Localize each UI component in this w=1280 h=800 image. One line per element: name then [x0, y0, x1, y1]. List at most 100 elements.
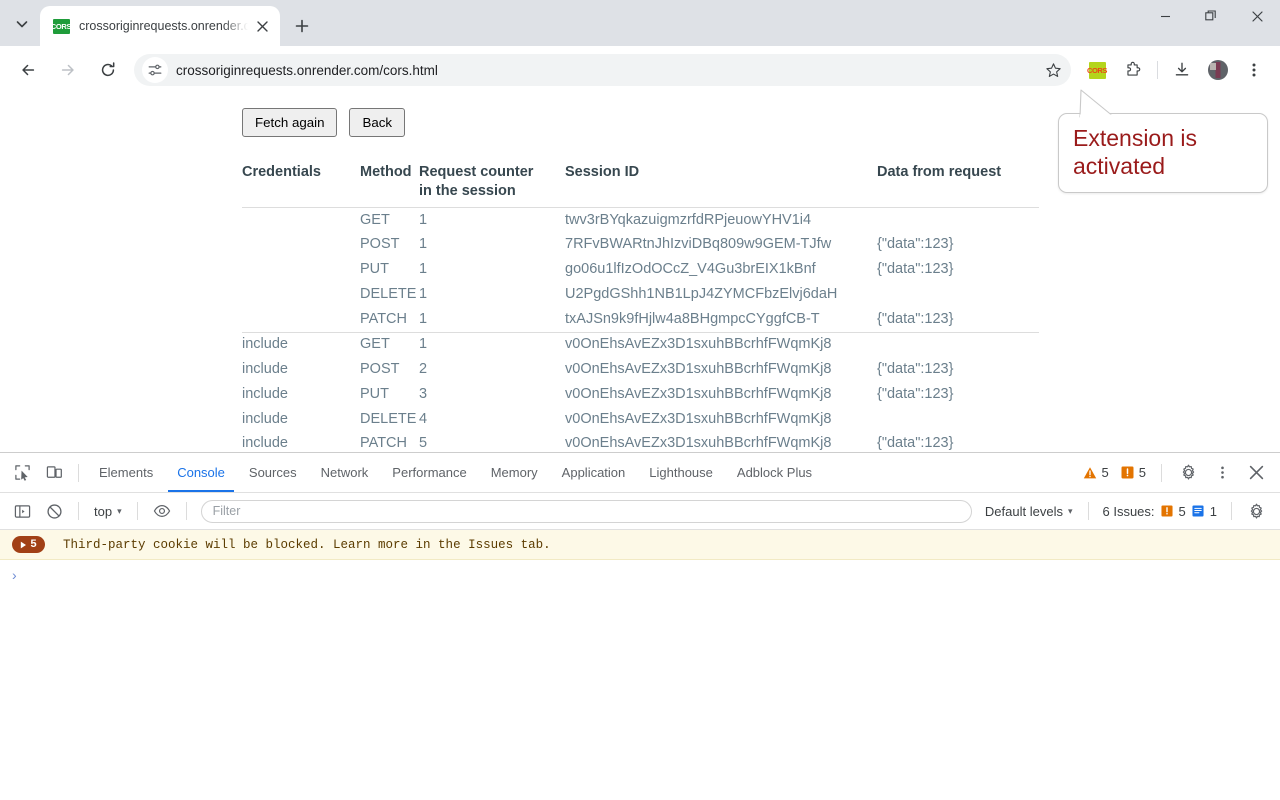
cell-method: PATCH	[360, 435, 407, 452]
new-tab-button[interactable]	[288, 12, 316, 40]
requests-table-group-1: Credentials Method Request counter in the…	[242, 163, 1037, 207]
eye-icon	[153, 504, 170, 518]
cell-session-id: twv3rBYqkazuigmzrfdRPjeuowYHV1i4	[565, 211, 812, 228]
cell-credentials: include	[242, 410, 288, 427]
table-row: include POST 2 v0OnEhsAvEZx3D1sxuhBBcrhfFWq…	[242, 358, 1037, 383]
tab-title: crossoriginrequests.onrender.c	[79, 19, 248, 33]
site-settings-button[interactable]	[142, 57, 168, 83]
cell-session-id: v0OnEhsAvEZx3D1sxuhBBcrhfFWqmKj8	[565, 336, 832, 353]
avatar-icon	[1208, 60, 1228, 80]
browser-window: CORS crossoriginrequests.onrender.c cros…	[0, 0, 1280, 800]
cell-method: GET	[360, 336, 390, 353]
address-bar[interactable]: crossoriginrequests.onrender.com/cors.ht…	[134, 54, 1071, 86]
devtools-tab-network[interactable]: Network	[312, 453, 378, 492]
forward-button[interactable]	[52, 54, 84, 86]
devtools-tab-performance[interactable]: Performance	[383, 453, 475, 492]
tab-search-button[interactable]	[8, 10, 36, 38]
browser-tab[interactable]: CORS crossoriginrequests.onrender.c	[40, 6, 280, 46]
issue-count-badge[interactable]: 5	[1116, 465, 1151, 480]
console-group-count: 5	[30, 538, 37, 551]
devtools-more-button[interactable]	[1208, 459, 1236, 487]
clear-console-button[interactable]	[40, 497, 68, 525]
forward-arrow-icon	[61, 64, 74, 76]
table-row: POST 1 7RFvBWARtnJhIzviDBq809w9GEM-TJfw {"d…	[242, 233, 1037, 258]
cors-green-logo-icon: CORS	[51, 18, 72, 34]
live-expression-button[interactable]	[148, 497, 176, 525]
table-head: Credentials Method Request counter in the…	[242, 163, 1037, 207]
cell-request-counter: 1	[419, 285, 428, 302]
console-sidebar-toggle-button[interactable]	[8, 497, 36, 525]
devtools-settings-button[interactable]	[1174, 459, 1202, 487]
warning-count-badge[interactable]: 5	[1078, 465, 1114, 480]
tab-close-button[interactable]	[252, 16, 272, 36]
devtools-tab-elements[interactable]: Elements	[90, 453, 162, 492]
cell-data-from-request: {"data":123}	[877, 236, 954, 253]
inspect-element-button[interactable]	[8, 459, 36, 487]
cell-session-id: 7RFvBWARtnJhIzviDBq809w9GEM-TJfw	[565, 236, 832, 253]
back-arrow-icon	[22, 64, 35, 76]
back-button[interactable]	[12, 54, 44, 86]
devtools-close-button[interactable]	[1242, 459, 1270, 487]
devtools-tab-memory[interactable]: Memory	[482, 453, 547, 492]
window-close-button[interactable]	[1234, 0, 1280, 32]
three-dots-vertical-icon	[1252, 63, 1256, 77]
download-icon	[1175, 62, 1189, 76]
toolbar-divider	[1157, 61, 1158, 79]
clear-console-icon	[46, 503, 62, 519]
console-settings-button[interactable]	[1242, 497, 1270, 525]
cell-data-from-request: {"data":123}	[877, 310, 954, 327]
extensions-button[interactable]	[1119, 56, 1147, 84]
console-prompt-input[interactable]	[26, 568, 1272, 584]
devtools-tab-console[interactable]: Console	[168, 453, 234, 492]
minimize-icon	[1160, 15, 1170, 17]
chrome-menu-button[interactable]	[1240, 56, 1268, 84]
console-toolbar-divider-1	[78, 502, 79, 520]
table-header-row: Credentials Method Request counter in the…	[242, 163, 1037, 207]
cell-session-id: txAJSn9k9fHjlw4a8BHgmpcCYggfCB-T	[565, 310, 820, 327]
execution-context-select[interactable]: top ▾	[87, 501, 129, 522]
reload-button[interactable]	[92, 54, 124, 86]
console-toolbar: top ▾ Default levels ▾ 6 Issues:	[0, 493, 1280, 530]
issue-flag-icon	[1160, 505, 1173, 517]
cell-data-from-request	[877, 333, 1037, 358]
back-button-page[interactable]: Back	[349, 108, 406, 137]
cell-credentials	[242, 208, 360, 233]
cell-session-id: v0OnEhsAvEZx3D1sxuhBBcrhfFWqmKj8	[565, 361, 832, 378]
table-row: include DELETE 4 v0OnEhsAvEZx3D1sxuhBBcrhfF…	[242, 407, 1037, 432]
window-minimize-button[interactable]	[1142, 0, 1188, 32]
cell-method: POST	[360, 361, 400, 378]
tab-strip: CORS crossoriginrequests.onrender.c	[0, 0, 1280, 46]
fetch-again-button[interactable]: Fetch again	[242, 108, 338, 137]
console-message-text: Third-party cookie will be blocked. Lear…	[63, 537, 551, 552]
console-filter-input[interactable]	[200, 499, 972, 523]
downloads-button[interactable]	[1168, 56, 1196, 84]
cell-session-id: v0OnEhsAvEZx3D1sxuhBBcrhfFWqmKj8	[565, 410, 832, 427]
console-warning-message: 5 Third-party cookie will be blocked. Lea…	[0, 530, 1280, 560]
cors-extension-button[interactable]: CORS	[1083, 56, 1111, 84]
device-toolbar-button[interactable]	[40, 459, 68, 487]
cell-method: PATCH	[360, 310, 407, 327]
console-group-expand-badge[interactable]: 5	[12, 536, 45, 553]
issues-summary[interactable]: 6 Issues: 5 1	[1097, 504, 1224, 519]
header-request-counter: Request counter in the session	[419, 163, 565, 207]
cell-credentials	[242, 258, 360, 283]
devtools-tab-adblock-plus[interactable]: Adblock Plus	[728, 453, 821, 492]
warning-count: 5	[1101, 465, 1109, 480]
console-prompt-row[interactable]: ›	[0, 560, 1280, 584]
cell-request-counter: 4	[419, 410, 428, 427]
bookmark-button[interactable]	[1039, 56, 1067, 84]
devtools-tab-sources[interactable]: Sources	[240, 453, 306, 492]
log-levels-select[interactable]: Default levels ▾	[978, 501, 1080, 522]
devtools-tab-lighthouse[interactable]: Lighthouse	[640, 453, 722, 492]
cell-method: DELETE	[360, 285, 417, 302]
cell-credentials: include	[242, 385, 288, 402]
window-maximize-button[interactable]	[1188, 0, 1234, 32]
profile-button[interactable]	[1204, 56, 1232, 84]
cell-data-from-request	[877, 282, 1037, 307]
maximize-restore-icon	[1205, 10, 1216, 21]
devtools-tab-application[interactable]: Application	[553, 453, 635, 492]
cell-method: GET	[360, 211, 390, 228]
cell-request-counter: 5	[419, 435, 428, 452]
cell-method: PUT	[360, 385, 389, 402]
issues-error-count: 5	[1178, 503, 1186, 519]
